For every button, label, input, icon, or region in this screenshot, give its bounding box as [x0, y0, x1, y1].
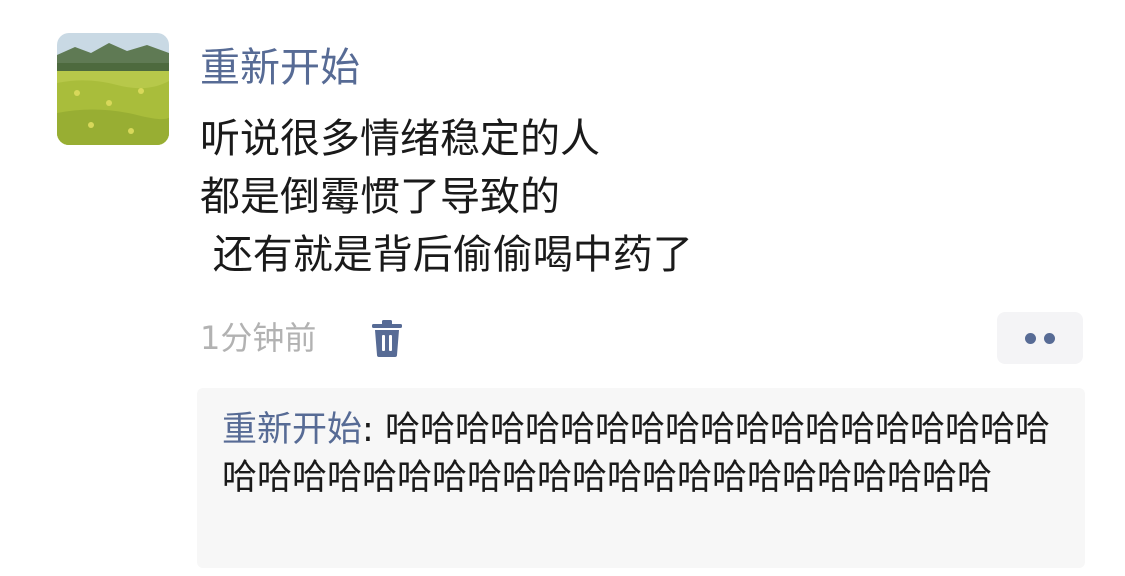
post-content-line: 还有就是背后偷偷喝中药了	[200, 232, 693, 278]
post-content-line: 都是倒霉惯了导致的	[200, 174, 560, 220]
avatar[interactable]	[57, 33, 169, 145]
post-content-line: 听说很多情绪稳定的人	[200, 116, 600, 162]
post-username[interactable]: 重新开始	[200, 40, 360, 96]
more-dots-icon	[1044, 333, 1055, 344]
more-dots-icon	[1025, 333, 1036, 344]
more-actions-button[interactable]	[997, 312, 1083, 364]
comments-section: 重新开始: 哈哈哈哈哈哈哈哈哈哈哈哈哈哈哈哈哈哈哈哈哈哈哈哈哈哈哈哈哈哈哈哈哈哈…	[197, 388, 1085, 568]
post-content: 听说很多情绪稳定的人 都是倒霉惯了导致的 还有就是背后偷偷喝中药了	[200, 110, 693, 284]
trash-icon	[372, 320, 402, 357]
comment-item: 重新开始: 哈哈哈哈哈哈哈哈哈哈哈哈哈哈哈哈哈哈哈哈哈哈哈哈哈哈哈哈哈哈哈哈哈哈…	[222, 406, 1072, 502]
comment-username[interactable]: 重新开始	[222, 410, 362, 450]
avatar-image	[57, 33, 169, 145]
delete-button[interactable]	[370, 318, 404, 358]
moments-post: 重新开始 听说很多情绪稳定的人 都是倒霉惯了导致的 还有就是背后偷偷喝中药了 1…	[0, 0, 1125, 576]
post-timestamp: 1分钟前	[200, 319, 317, 357]
comment-separator: :	[362, 410, 385, 450]
